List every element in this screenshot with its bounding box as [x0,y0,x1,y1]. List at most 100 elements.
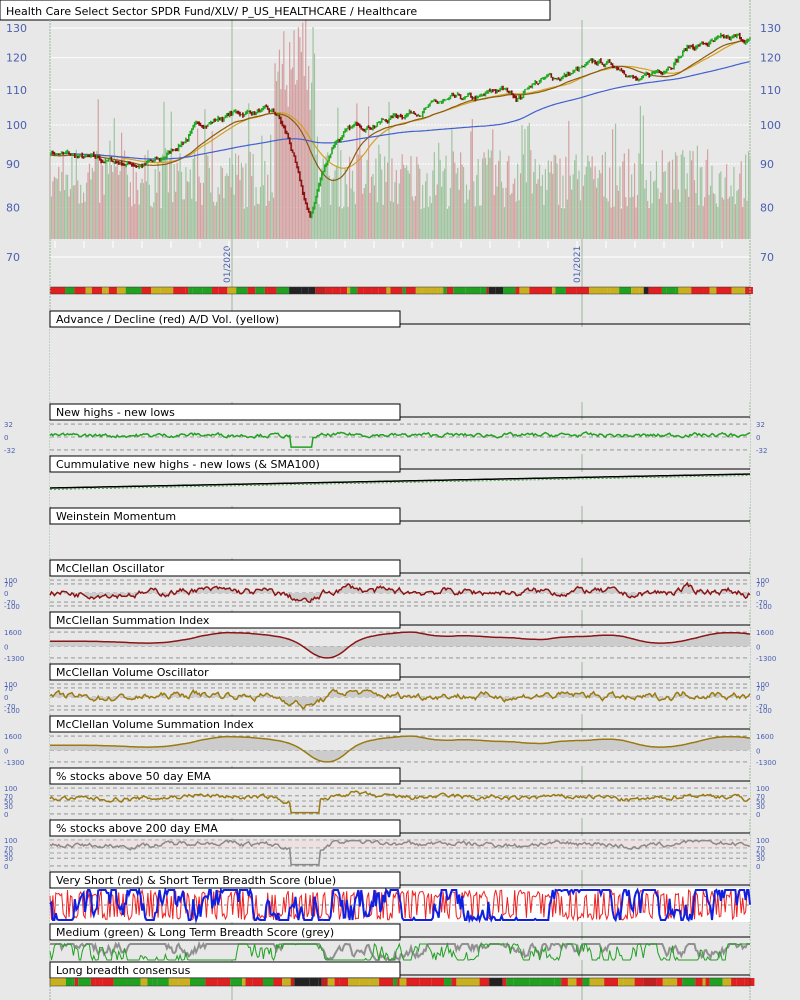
volume-bar [449,187,452,239]
axis-label-right: 1600 [756,629,774,637]
volume-bar [709,185,712,239]
band-segment [227,287,237,294]
volume-bar [631,174,633,239]
band-segment [623,978,635,986]
volume-bar [550,161,552,239]
band-segment [541,287,553,294]
volume-bar [457,167,459,239]
volume-bar [685,189,687,239]
volume-bar [280,89,282,239]
volume-bar [600,173,602,239]
volume-bar [588,161,590,239]
volume-bar [104,162,107,239]
volume-bar [410,156,412,239]
volume-bar [84,201,86,239]
volume-bar [194,149,196,239]
volume-bar [293,30,295,239]
volume-bar [365,183,367,239]
volume-bar [454,162,456,239]
band-segment [607,287,611,294]
volume-bar [389,201,392,239]
volume-bar [601,154,604,239]
volume-bar [150,205,152,239]
volume-bar [156,192,158,239]
volume-bar [246,206,248,239]
volume-bar [655,161,658,239]
volume-bar [182,199,184,239]
volume-bar [657,188,659,239]
volume-bar [552,173,554,239]
volume-bar [442,171,444,239]
volume-bar [742,206,744,239]
volume-bar [291,67,294,239]
volume-bar [138,204,140,239]
band-segment [192,287,203,294]
band-segment [102,978,114,986]
volume-bar [284,89,286,239]
volume-bar [460,152,462,239]
volume-bar [696,145,698,239]
volume-bar [178,171,180,239]
volume-bar [489,157,491,239]
panel-title: Advance / Decline (red) A/D Vol. (yellow… [56,313,279,326]
volume-bar [245,163,247,239]
panel-pct-above-50ema: 100 10070 7050 5030 300 0% stocks above 50 da… [4,767,769,819]
volume-bar [110,164,112,239]
volume-bar [121,132,123,239]
volume-bar [612,129,614,239]
band-segment [397,978,400,986]
band-segment [294,978,310,986]
band-segment [255,287,265,294]
band-segment [242,978,246,986]
volume-bar [638,153,640,239]
volume-bar [270,134,272,239]
price-axis-label-right: 70 [760,251,774,264]
volume-bar [300,52,302,239]
volume-bar [271,192,273,239]
volume-bar [191,198,193,239]
band-segment [488,287,496,294]
volume-bar [112,172,114,239]
band-segment [50,287,66,294]
volume-bar [562,175,564,239]
band-segment [489,978,503,986]
volume-bar [113,118,115,239]
volume-bar [676,155,678,239]
signal-band-bottom [49,977,755,987]
band-segment [99,978,103,986]
volume-bar [511,193,513,239]
volume-bar [576,179,579,239]
band-segment [634,978,644,986]
volume-bar [220,166,222,239]
volume-bar [56,179,58,239]
volume-bar [116,158,118,239]
volume-bar [736,190,738,239]
volume-bar [739,173,741,239]
band-segment [290,978,295,986]
volume-bar [214,205,216,239]
volume-bar [557,204,560,239]
axis-label-right: 0 [756,643,760,651]
band-segment [456,978,467,986]
volume-bar [688,196,690,239]
panel-title: New highs - new lows [56,406,175,419]
volume-bar [522,154,525,239]
volume-bar [411,196,414,239]
volume-bar [693,180,696,239]
volume-bar [176,162,178,239]
volume-bar [652,181,655,239]
band-segment [340,287,348,294]
band-segment [327,978,335,986]
volume-bar [258,204,260,239]
volume-bar [587,155,589,239]
volume-bar [215,201,218,239]
price-axis-label-right: 130 [760,22,781,35]
volume-bar [202,182,205,239]
band-segment [178,978,191,986]
volume-bar [446,208,449,239]
volume-bar [346,184,348,239]
band-segment [315,287,326,294]
band-segment [465,287,481,294]
volume-bar [382,204,384,239]
volume-bar [408,173,411,239]
